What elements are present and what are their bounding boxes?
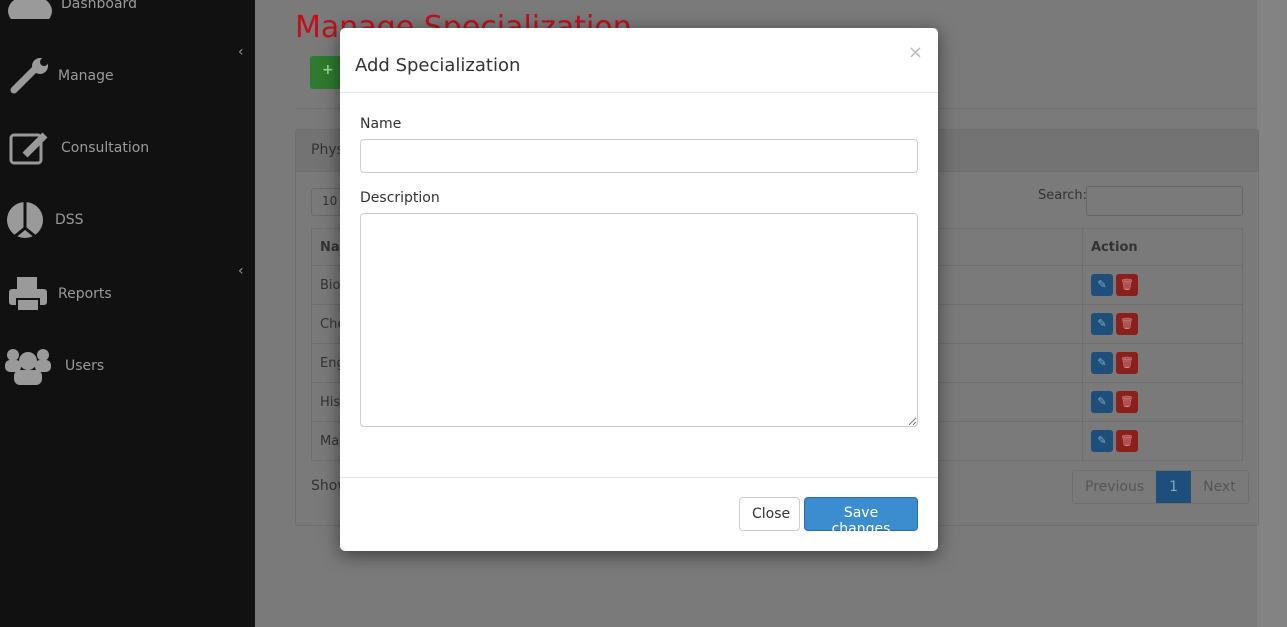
delete-button[interactable]: 🗑 xyxy=(1116,391,1138,413)
close-button[interactable]: Close xyxy=(739,497,800,531)
next-page-button[interactable]: Next xyxy=(1191,471,1248,503)
add-specialization-modal: Add Specialization × Name Description Cl… xyxy=(340,28,938,551)
delete-button[interactable]: 🗑 xyxy=(1116,274,1138,296)
sidebar-item-reports[interactable]: Reports xyxy=(3,272,112,316)
search-label: Search: xyxy=(1038,188,1088,203)
print-icon xyxy=(3,272,53,316)
name-input[interactable] xyxy=(360,139,918,173)
edit-button[interactable]: ✎ xyxy=(1091,313,1113,335)
sidebar-item-consultation[interactable]: Consultation xyxy=(5,126,149,170)
close-icon[interactable]: × xyxy=(908,42,923,63)
modal-title: Add Specialization xyxy=(355,55,521,76)
previous-page-button[interactable]: Previous xyxy=(1073,471,1156,503)
delete-button[interactable]: 🗑 xyxy=(1116,352,1138,374)
pagination: Previous 1 Next xyxy=(1072,470,1249,504)
edit-icon xyxy=(5,126,55,170)
save-changes-button[interactable]: Save changes xyxy=(804,497,918,537)
description-label: Description xyxy=(360,190,440,206)
description-textarea[interactable] xyxy=(360,213,918,427)
search-input[interactable] xyxy=(1086,186,1243,216)
edit-button[interactable]: ✎ xyxy=(1091,430,1113,452)
page-1-button[interactable]: 1 xyxy=(1156,471,1192,503)
chevron-left-icon[interactable]: ‹ xyxy=(238,44,244,60)
dashboard-icon xyxy=(5,0,55,26)
dss-icon xyxy=(0,198,50,242)
modal-footer xyxy=(340,477,938,478)
sidebar: Dashboard Manage ‹ Consultation DSS Repo… xyxy=(0,0,255,627)
sidebar-item-dashboard[interactable]: Dashboard xyxy=(5,0,137,26)
users-icon xyxy=(3,344,53,388)
sidebar-item-users[interactable]: Users xyxy=(3,344,104,388)
edit-button[interactable]: ✎ xyxy=(1091,391,1113,413)
delete-button[interactable]: 🗑 xyxy=(1116,313,1138,335)
delete-button[interactable]: 🗑 xyxy=(1116,430,1138,452)
sidebar-item-dss[interactable]: DSS xyxy=(0,198,84,242)
modal-header: Add Specialization × xyxy=(340,28,938,93)
sidebar-item-manage[interactable]: Manage xyxy=(5,54,114,98)
scrollbar-track[interactable] xyxy=(1257,0,1287,627)
chevron-left-icon[interactable]: ‹ xyxy=(238,263,244,279)
edit-button[interactable]: ✎ xyxy=(1091,352,1113,374)
column-header-action: Action xyxy=(1082,228,1243,266)
edit-button[interactable]: ✎ xyxy=(1091,274,1113,296)
name-label: Name xyxy=(360,116,402,132)
wrench-icon xyxy=(5,54,55,98)
search-box: Search: xyxy=(1038,186,1243,216)
